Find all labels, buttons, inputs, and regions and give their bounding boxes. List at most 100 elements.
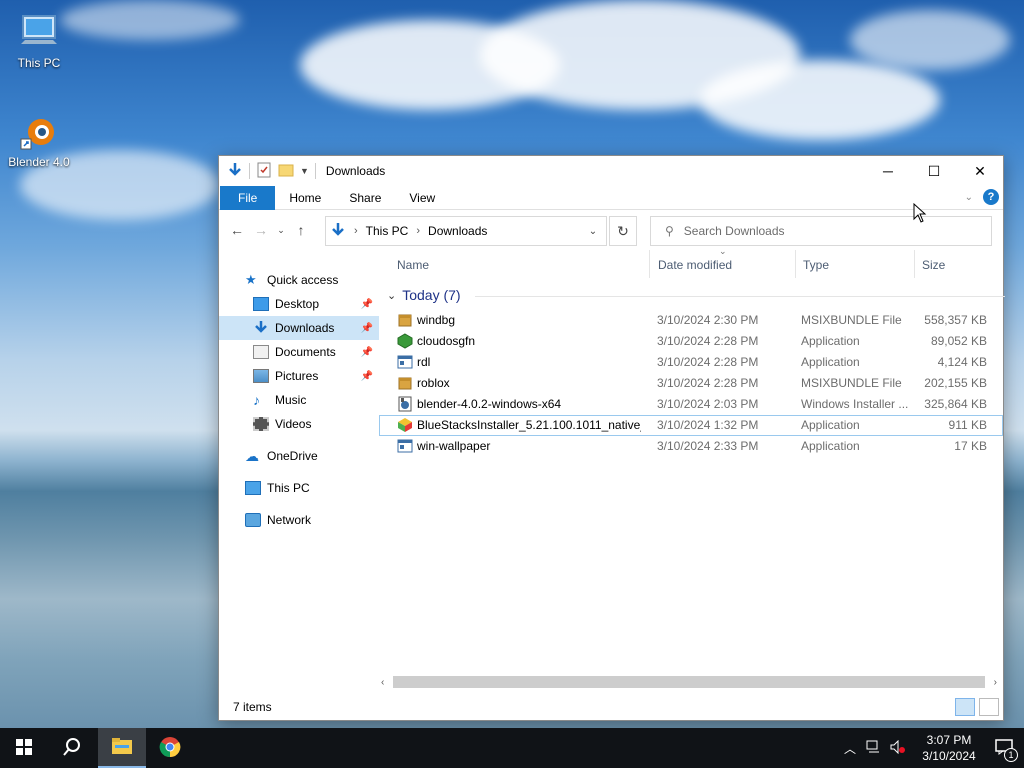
download-arrow-icon [227,162,243,181]
show-hidden-icons-icon[interactable]: ︿ [844,740,856,757]
file-name: cloudosgfn [417,334,476,348]
tab-view[interactable]: View [395,186,449,210]
file-size: 558,357 KB [924,313,987,327]
file-rows: windbg 3/10/2024 2:30 PM MSIXBUNDLE File 55… [379,310,1003,457]
table-row[interactable]: win-wallpaper 3/10/2024 2:33 PM Applicatio… [379,436,1003,457]
package-icon [397,375,413,391]
app-window-icon [397,438,413,454]
column-header-date[interactable]: Date modified [658,258,732,272]
column-header-type[interactable]: Type [803,258,829,272]
file-type: Application [801,334,860,348]
file-size: 17 KB [954,439,987,453]
recent-locations-button[interactable]: ⌄ [273,218,289,242]
taskbar-file-explorer[interactable] [98,728,146,768]
app-green-icon [397,333,413,349]
help-icon[interactable]: ? [983,189,999,205]
clock-date: 3/10/2024 [922,749,976,763]
chrome-icon [159,736,181,761]
sidebar-item-music[interactable]: ♪ Music [219,388,379,412]
pictures-icon [253,369,269,383]
breadcrumb-chevron-icon[interactable]: › [354,225,358,237]
minimize-button[interactable]: ─ [865,156,911,186]
sidebar-item-label: Videos [275,417,312,431]
file-date: 3/10/2024 2:30 PM [657,313,759,327]
chevron-down-icon: ⌄ [588,225,598,237]
desktop-icon-blender[interactable]: Blender 4.0 [4,113,74,169]
file-date: 3/10/2024 2:28 PM [657,376,759,390]
notifications-button[interactable]: 1 [984,728,1024,768]
breadcrumb-downloads[interactable]: Downloads [428,224,487,238]
volume-muted-icon[interactable] [890,739,906,757]
details-view-button[interactable] [955,698,975,716]
table-row[interactable]: blender-4.0.2-windows-x64 3/10/2024 2:03 … [379,394,1003,415]
desktop-icon-label: This PC [17,56,61,70]
minimize-icon: ─ [883,163,893,179]
forward-button[interactable]: → [249,218,273,242]
breadcrumb-this-pc[interactable]: This PC [366,224,409,238]
navigation-pane: ★ Quick access Desktop 📌 Downloads 📌 Doc… [219,250,379,694]
tab-share[interactable]: Share [335,186,395,210]
breadcrumb-chevron-icon[interactable]: › [416,225,420,237]
search-input[interactable]: ⚲ Search Downloads [650,216,992,246]
address-dropdown-button[interactable]: ⌄ [580,217,606,245]
scroll-left-icon[interactable]: ‹ [381,677,384,688]
start-button[interactable] [0,728,48,768]
title-bar[interactable]: ▼ Downloads ─ ☐ ✕ [219,156,1003,186]
column-header-name[interactable]: Name [397,258,429,272]
scrollbar-thumb[interactable] [393,676,985,688]
close-button[interactable]: ✕ [957,156,1003,186]
clock[interactable]: 3:07 PM 3/10/2024 [914,732,984,764]
windows-logo-icon [16,738,32,758]
maximize-icon: ☐ [927,162,941,179]
sidebar-item-quick-access[interactable]: ★ Quick access [219,268,379,292]
table-row[interactable]: roblox 3/10/2024 2:28 PM MSIXBUNDLE File 20… [379,373,1003,394]
package-icon [397,312,413,328]
star-icon: ★ [245,272,257,287]
new-folder-icon[interactable] [278,162,294,181]
search-button[interactable] [48,728,96,768]
pin-icon[interactable]: 📌 [361,347,373,358]
file-date: 3/10/2024 2:28 PM [657,355,759,369]
sidebar-item-onedrive[interactable]: ☁ OneDrive [219,444,379,468]
search-icon: ⚲ [665,224,674,238]
sidebar-item-network[interactable]: Network [219,508,379,532]
notification-count-badge: 1 [1004,748,1018,762]
expand-ribbon-icon[interactable]: ⌄ [965,192,973,203]
pin-icon[interactable]: 📌 [361,299,373,310]
group-header-today[interactable]: ⌄ Today (7) [387,287,1005,303]
back-button[interactable]: ← [225,218,249,242]
maximize-button[interactable]: ☐ [911,156,957,186]
refresh-button[interactable]: ↻ [609,216,637,246]
column-header-size[interactable]: Size [922,258,945,272]
sidebar-item-documents[interactable]: Documents 📌 [219,340,379,364]
taskbar-chrome[interactable] [146,728,194,768]
pin-icon[interactable]: 📌 [361,323,373,334]
sidebar-item-desktop[interactable]: Desktop 📌 [219,292,379,316]
large-icons-view-button[interactable] [979,698,999,716]
address-bar[interactable]: › This PC › Downloads ⌄ [325,216,607,246]
sidebar-item-downloads[interactable]: Downloads 📌 [219,316,379,340]
desktop-icon-this-pc[interactable]: This PC [4,14,74,70]
tab-file[interactable]: File [220,185,276,210]
chevron-down-icon: ⌄ [277,224,285,235]
installer-icon [397,396,413,412]
table-row[interactable]: windbg 3/10/2024 2:30 PM MSIXBUNDLE File 55… [379,310,1003,331]
scroll-right-icon[interactable]: › [994,677,997,688]
table-row[interactable]: BlueStacksInstaller_5.21.100.1011_native… [379,415,1003,436]
pin-icon[interactable]: 📌 [361,371,373,382]
table-row[interactable]: rdl 3/10/2024 2:28 PM Application 4,124 KB [379,352,1003,373]
network-status-icon[interactable] [866,740,882,757]
sort-indicator-icon: ⌄ [719,246,727,256]
horizontal-scrollbar[interactable]: ‹ › [379,676,999,688]
item-count: 7 items [233,700,272,714]
customize-dropdown-icon[interactable]: ▼ [300,166,309,176]
table-row[interactable]: cloudosgfn 3/10/2024 2:28 PM Application 89… [379,331,1003,352]
tab-home[interactable]: Home [275,186,335,210]
sidebar-item-this-pc[interactable]: This PC [219,476,379,500]
file-list: Name Date modified Type Size ⌄ ⌄ Today (… [379,246,1005,694]
sidebar-item-videos[interactable]: Videos [219,412,379,436]
properties-icon[interactable] [256,162,272,181]
system-tray: ︿ 3:07 PM 3/10/2024 1 [844,728,1024,768]
up-button[interactable]: ↑ [289,218,313,242]
sidebar-item-pictures[interactable]: Pictures 📌 [219,364,379,388]
